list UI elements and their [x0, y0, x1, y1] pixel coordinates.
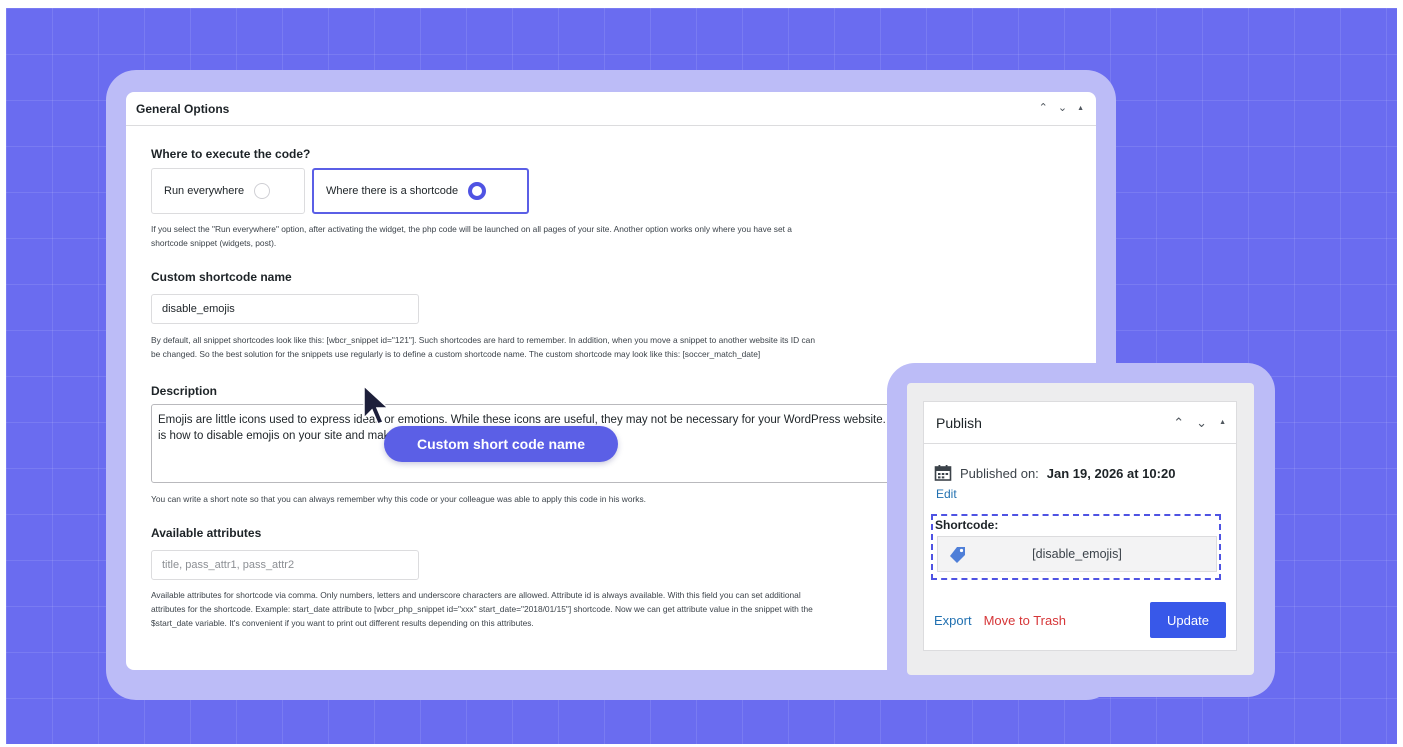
description-label: Description	[151, 384, 218, 398]
caret-up-icon[interactable]: ▲	[1219, 419, 1226, 426]
edit-link[interactable]: Edit	[936, 487, 957, 501]
panel-header: General Options ⌃ ⌄ ▲	[126, 92, 1096, 126]
published-prefix: Published on:	[960, 465, 1039, 481]
panel-controls: ⌃ ⌄ ▲	[1039, 103, 1084, 114]
shortcode-highlight: Shortcode: [disable_emojis]	[931, 514, 1221, 580]
shortcode-value: [disable_emojis]	[1032, 547, 1122, 561]
attributes-label: Available attributes	[151, 526, 262, 540]
option-label: Run everywhere	[164, 185, 245, 197]
description-help: You can write a short note so that you c…	[151, 494, 647, 504]
shortcode-label: Shortcode:	[935, 518, 999, 532]
option-label: Where there is a shortcode	[326, 185, 459, 197]
publish-frame: Publish ⌃ ⌄ ▲ Published on: Jan 19, 2026…	[887, 363, 1275, 697]
background-canvas: General Options ⌃ ⌄ ▲ Where to execute t…	[6, 8, 1397, 744]
attributes-input[interactable]: title, pass_attr1, pass_attr2	[151, 550, 419, 580]
option-shortcode[interactable]: Where there is a shortcode	[312, 168, 529, 214]
published-on: Published on: Jan 19, 2026 at 10:20	[934, 464, 1175, 482]
caret-up-icon[interactable]: ▲	[1077, 105, 1084, 112]
publish-box: Publish ⌃ ⌄ ▲ Published on: Jan 19, 2026…	[923, 401, 1237, 651]
chevron-up-icon[interactable]: ⌃	[1173, 416, 1184, 429]
publish-controls: ⌃ ⌄ ▲	[1173, 416, 1226, 429]
move-to-trash-link[interactable]: Move to Trash	[984, 613, 1066, 628]
shortcode-help: By default, all snippet shortcodes look …	[151, 335, 815, 359]
mouse-cursor-icon	[363, 384, 390, 425]
shortcode-name-label: Custom shortcode name	[151, 270, 292, 284]
publish-title: Publish	[936, 414, 982, 431]
callout-pill: Custom short code name	[384, 426, 618, 462]
chevron-down-icon[interactable]: ⌄	[1196, 416, 1207, 429]
calendar-icon	[934, 465, 952, 481]
radio-icon[interactable]	[254, 183, 271, 199]
publish-header: Publish ⌃ ⌄ ▲	[924, 402, 1236, 444]
chevron-down-icon[interactable]: ⌄	[1058, 103, 1067, 114]
shortcode-name-input[interactable]: disable_emojis	[151, 294, 419, 324]
panel-title: General Options	[136, 101, 230, 116]
export-link[interactable]: Export	[934, 613, 972, 628]
published-date: Jan 19, 2026 at 10:20	[1046, 465, 1176, 481]
where-help: If you select the "Run everywhere" optio…	[151, 224, 792, 248]
option-run-everywhere[interactable]: Run everywhere	[151, 168, 305, 214]
shortcode-field[interactable]: [disable_emojis]	[937, 536, 1217, 572]
update-button[interactable]: Update	[1150, 602, 1226, 638]
attributes-help: Available attributes for shortcode via c…	[151, 590, 813, 628]
publish-backdrop: Publish ⌃ ⌄ ▲ Published on: Jan 19, 2026…	[907, 383, 1254, 675]
where-label: Where to execute the code?	[151, 147, 311, 161]
chevron-up-icon[interactable]: ⌃	[1039, 103, 1048, 114]
publish-actions: Export Move to Trash Update	[934, 602, 1226, 638]
radio-selected-icon[interactable]	[468, 182, 487, 200]
